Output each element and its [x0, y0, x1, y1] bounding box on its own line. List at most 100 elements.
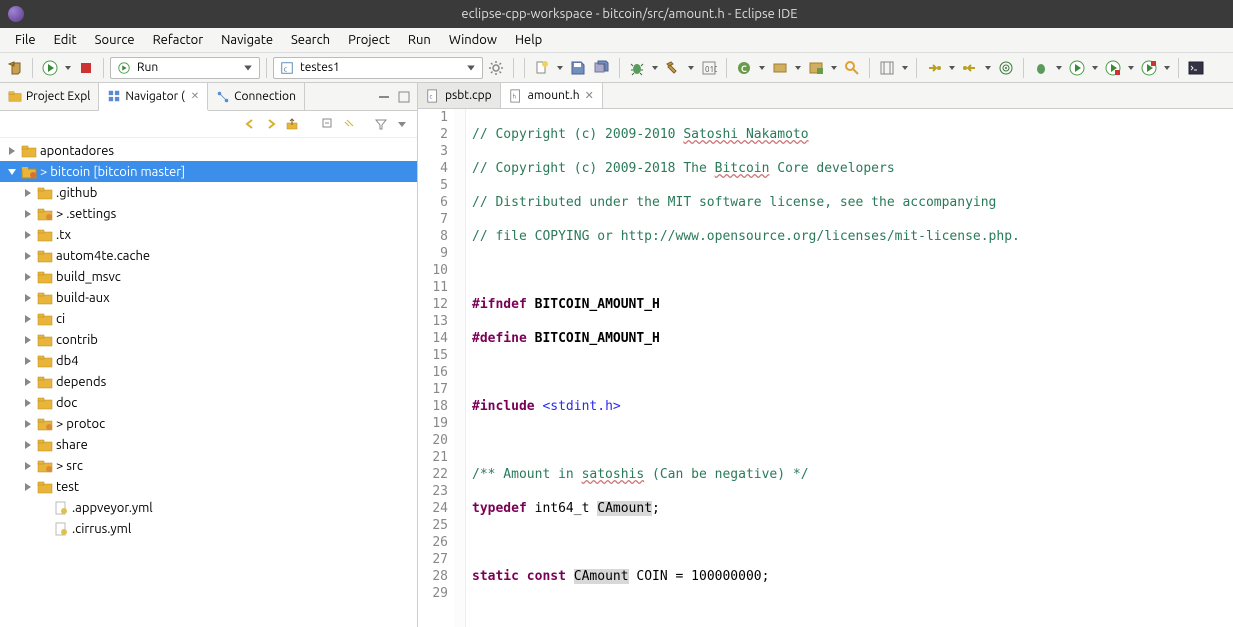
tab-connection[interactable]: Connection [208, 83, 305, 110]
build-dropdown[interactable] [686, 64, 696, 72]
tree-item-bitcoin[interactable]: > bitcoin [bitcoin master] [0, 161, 417, 182]
mark-dropdown[interactable] [900, 64, 910, 72]
tree-item[interactable]: > .settings [0, 203, 417, 224]
menu-navigate[interactable]: Navigate [212, 30, 282, 50]
menu-search[interactable]: Search [282, 30, 339, 50]
open-type-button[interactable] [769, 57, 791, 79]
tree-item-apontadores[interactable]: apontadores [0, 140, 417, 161]
tree-item[interactable]: autom4te.cache [0, 245, 417, 266]
line-gutter: 1234567891011121314151617181920212223242… [418, 109, 454, 627]
open-element-dropdown[interactable] [829, 64, 839, 72]
svg-text:h: h [512, 93, 516, 100]
view-menu-button[interactable] [393, 115, 411, 133]
tree-label: autom4te.cache [56, 249, 150, 263]
tree-item[interactable]: .tx [0, 224, 417, 245]
index-button[interactable]: 010 [698, 57, 720, 79]
forward-button[interactable] [262, 115, 280, 133]
tab-label: Navigator ( [125, 90, 184, 103]
main-toolbar: Run c testes1 010 C [0, 53, 1233, 83]
debug-dropdown[interactable] [650, 64, 660, 72]
new-button[interactable] [531, 57, 553, 79]
link-editor-button[interactable] [340, 115, 358, 133]
tree-item[interactable]: ci [0, 308, 417, 329]
prev-dropdown[interactable] [983, 64, 993, 72]
search-button[interactable] [841, 57, 863, 79]
tree-item[interactable]: share [0, 434, 417, 455]
terminal-button[interactable] [1185, 57, 1207, 79]
tab-navigator[interactable]: Navigator ( ✕ [99, 83, 208, 111]
menu-edit[interactable]: Edit [45, 30, 86, 50]
tree-item[interactable]: build_msvc [0, 266, 417, 287]
code-lines[interactable]: // Copyright (c) 2009-2010 Satoshi Nakam… [466, 109, 1233, 627]
build-button[interactable] [4, 57, 26, 79]
fold-column[interactable] [454, 109, 466, 627]
run-button[interactable] [39, 57, 61, 79]
menu-refactor[interactable]: Refactor [144, 30, 213, 50]
new-dropdown[interactable] [555, 64, 565, 72]
ext-dropdown[interactable] [1162, 64, 1172, 72]
filter-button[interactable] [372, 115, 390, 133]
code-editor[interactable]: 1234567891011121314151617181920212223242… [418, 109, 1233, 627]
back-button[interactable] [241, 115, 259, 133]
editor-area: c psbt.cpp h amount.h ✕ 1234567891011121… [418, 83, 1233, 627]
run-dropdown[interactable] [63, 64, 73, 72]
maximize-view-button[interactable] [395, 88, 413, 106]
tree-item[interactable]: depends [0, 371, 417, 392]
run-launch-button[interactable] [1066, 57, 1088, 79]
run-config-combo[interactable]: Run [110, 57, 260, 79]
build-hammer-button[interactable] [662, 57, 684, 79]
toggle-mark-button[interactable] [876, 57, 898, 79]
launch-config-combo[interactable]: c testes1 [273, 57, 483, 79]
new-cpp-class-button[interactable]: C [733, 57, 755, 79]
up-button[interactable] [283, 115, 301, 133]
tree-item[interactable]: build-aux [0, 287, 417, 308]
menu-help[interactable]: Help [506, 30, 551, 50]
open-element-button[interactable] [805, 57, 827, 79]
menu-run[interactable]: Run [399, 30, 440, 50]
tree-label: .tx [56, 228, 71, 242]
tree-label: contrib [56, 333, 98, 347]
tree-item[interactable]: .github [0, 182, 417, 203]
tree-label: > src [56, 459, 83, 473]
prev-annotation-button[interactable] [959, 57, 981, 79]
stop-button[interactable] [75, 57, 97, 79]
tab-amount[interactable]: h amount.h ✕ [501, 83, 603, 108]
next-annotation-button[interactable] [923, 57, 945, 79]
navigator-tree[interactable]: apontadores > bitcoin [bitcoin master] .… [0, 138, 417, 627]
window-title: eclipse-cpp-workspace - bitcoin/src/amou… [34, 7, 1225, 21]
minimize-view-button[interactable] [375, 88, 393, 106]
close-icon[interactable]: ✕ [191, 90, 199, 102]
save-button[interactable] [567, 57, 589, 79]
target-button[interactable] [995, 57, 1017, 79]
debug-button[interactable] [626, 57, 648, 79]
open-type-dropdown[interactable] [793, 64, 803, 72]
collapse-all-button[interactable] [319, 115, 337, 133]
c-file-icon: c [280, 61, 294, 75]
tree-item[interactable]: > protoc [0, 413, 417, 434]
new-class-dropdown[interactable] [757, 64, 767, 72]
menu-file[interactable]: File [6, 30, 45, 50]
menu-window[interactable]: Window [440, 30, 506, 50]
tab-project-explorer[interactable]: Project Expl [0, 83, 99, 110]
debug-launch-button[interactable] [1030, 57, 1052, 79]
save-all-button[interactable] [591, 57, 613, 79]
tree-item[interactable]: > src [0, 455, 417, 476]
tree-item[interactable]: test [0, 476, 417, 497]
menu-project[interactable]: Project [339, 30, 399, 50]
gear-button[interactable] [485, 57, 507, 79]
run-launch-dropdown[interactable] [1090, 64, 1100, 72]
next-dropdown[interactable] [947, 64, 957, 72]
tree-file[interactable]: .appveyor.yml [0, 497, 417, 518]
profile-dropdown[interactable] [1126, 64, 1136, 72]
eclipse-logo-icon [8, 6, 24, 22]
close-tab-icon[interactable]: ✕ [585, 89, 594, 102]
tree-item[interactable]: contrib [0, 329, 417, 350]
tree-file[interactable]: .cirrus.yml [0, 518, 417, 539]
ext-tools-button[interactable] [1138, 57, 1160, 79]
profile-button[interactable] [1102, 57, 1124, 79]
tree-item[interactable]: db4 [0, 350, 417, 371]
tab-psbt[interactable]: c psbt.cpp [418, 83, 501, 108]
debug-launch-dropdown[interactable] [1054, 64, 1064, 72]
tree-item[interactable]: doc [0, 392, 417, 413]
menu-source[interactable]: Source [86, 30, 144, 50]
